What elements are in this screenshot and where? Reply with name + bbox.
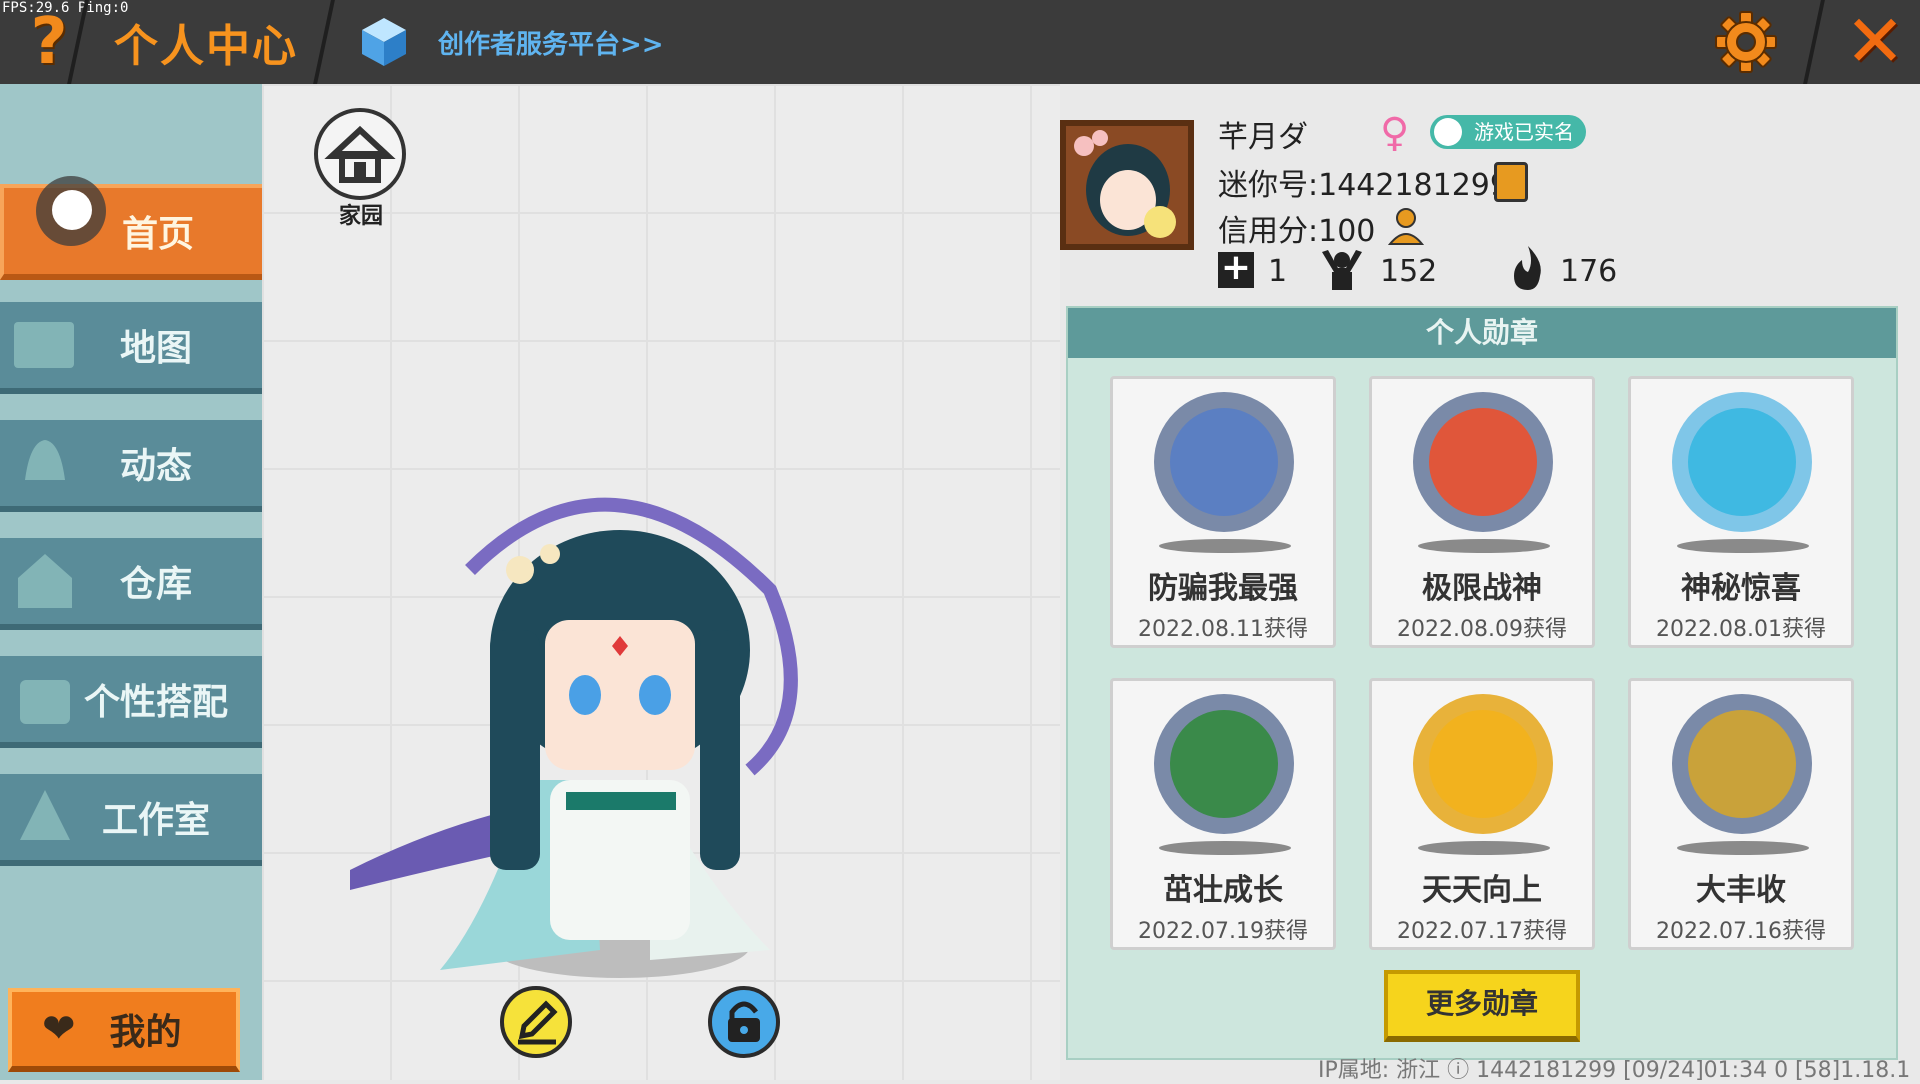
medal-shadow (1418, 841, 1550, 855)
mini-id: 迷你号:1442181299 (1218, 168, 1509, 203)
medal-icon (1154, 392, 1294, 532)
page-title: 个人中心 (114, 21, 298, 72)
sidebar-item-outfit[interactable]: 个性搭配 (0, 656, 262, 748)
medal-card[interactable]: 神秘惊喜 2022.08.01获得 (1628, 376, 1854, 648)
medal-card[interactable]: 天天向上 2022.07.17获得 (1369, 678, 1595, 950)
cube-icon[interactable] (360, 16, 408, 68)
cheer-icon (1322, 250, 1362, 290)
medal-shadow (1418, 539, 1550, 553)
my-button[interactable]: ❤ 我的 (8, 988, 240, 1072)
medal-name: 极限战神 (1422, 571, 1542, 606)
person-icon (1434, 118, 1462, 146)
medal-card[interactable]: 茁壮成长 2022.07.19获得 (1110, 678, 1336, 950)
edit-icon[interactable] (500, 986, 572, 1058)
medal-date: 2022.07.19获得 (1138, 919, 1308, 944)
medal-icon (1672, 694, 1812, 834)
stat-fire-count: 176 (1560, 254, 1618, 289)
medal-shadow (1159, 841, 1291, 855)
add-friend-icon[interactable]: + (1218, 250, 1254, 288)
lock-icon[interactable] (708, 986, 780, 1058)
medal-name: 天天向上 (1422, 873, 1542, 908)
medal-shadow (1159, 539, 1291, 553)
medal-date: 2022.08.11获得 (1138, 617, 1308, 642)
medal-icon (1154, 694, 1294, 834)
heart-icon: ❤ (42, 1006, 76, 1052)
medal-date: 2022.07.16获得 (1656, 919, 1826, 944)
close-button[interactable]: ✕ (1840, 0, 1910, 83)
footer-info: IP属地: 浙江 ⓘ 1442181299 [09/24]01:34 0 [58… (1318, 1058, 1911, 1083)
my-button-label: 我的 (109, 1012, 182, 1053)
medal-icon (1413, 694, 1553, 834)
fire-icon (1514, 246, 1541, 290)
female-icon: ♀ (1380, 110, 1410, 156)
sidebar-item-label: 仓库 (119, 564, 192, 605)
medal-card[interactable]: 防骗我最强 2022.08.11获得 (1110, 376, 1336, 648)
creator-platform-link[interactable]: 创作者服务平台>> (438, 24, 664, 61)
stat-likes-count: 152 (1380, 254, 1438, 289)
sidebar-item-label: 工作室 (101, 800, 210, 841)
medal-card[interactable]: 极限战神 2022.08.09获得 (1369, 376, 1595, 648)
divider (1803, 0, 1825, 84)
medal-name: 神秘惊喜 (1681, 571, 1801, 606)
stat-add-count: 1 (1268, 254, 1288, 289)
divider (313, 0, 335, 84)
sidebar-item-label: 动态 (119, 446, 192, 487)
more-medals-button[interactable]: 更多勋章 (1384, 970, 1580, 1042)
home-icon[interactable] (314, 108, 406, 200)
verified-label: 游戏已实名 (1474, 120, 1574, 144)
character-avatar[interactable] (350, 450, 870, 990)
sidebar-item-warehouse[interactable]: 仓库 (0, 538, 262, 630)
medal-card[interactable]: 大丰收 2022.07.16获得 (1628, 678, 1854, 950)
sidebar-item-studio[interactable]: 工作室 (0, 774, 262, 866)
toggle-icon[interactable] (36, 176, 106, 246)
medal-name: 茁壮成长 (1163, 873, 1283, 908)
credit-score: 信用分:100 (1218, 214, 1376, 249)
medal-name: 大丰收 (1696, 873, 1786, 908)
verified-badge: 游戏已实名 (1430, 115, 1586, 149)
medal-shadow (1677, 539, 1809, 553)
profile-avatar[interactable] (1060, 120, 1194, 250)
sidebar-item-label: 个性搭配 (83, 682, 228, 723)
medal-icon (1672, 392, 1812, 532)
medal-panel-title: 个人勋章 (1068, 308, 1896, 358)
top-bar: FPS:29.6 Ping:0 ? 个人中心 创作者服务平台>> ✕ (0, 0, 1920, 84)
medal-date: 2022.08.09获得 (1397, 617, 1567, 642)
sidebar-item-label: 地图 (119, 328, 192, 369)
nickname: 芊月ダ (1218, 120, 1308, 155)
medal-icon (1413, 392, 1553, 532)
sidebar-item-feed[interactable]: 动态 (0, 420, 262, 512)
sidebar-item-map[interactable]: 地图 (0, 302, 262, 394)
sidebar: 首页 地图 动态 仓库 个性搭配 工作室 (0, 84, 266, 1080)
copy-icon[interactable] (1494, 162, 1528, 202)
medal-shadow (1677, 841, 1809, 855)
gear-icon[interactable] (1712, 10, 1780, 74)
credit-person-icon[interactable] (1386, 206, 1426, 246)
medal-date: 2022.08.01获得 (1656, 617, 1826, 642)
medal-date: 2022.07.17获得 (1397, 919, 1567, 944)
medal-name: 防骗我最强 (1148, 571, 1298, 606)
home-label: 家园 (338, 204, 383, 229)
